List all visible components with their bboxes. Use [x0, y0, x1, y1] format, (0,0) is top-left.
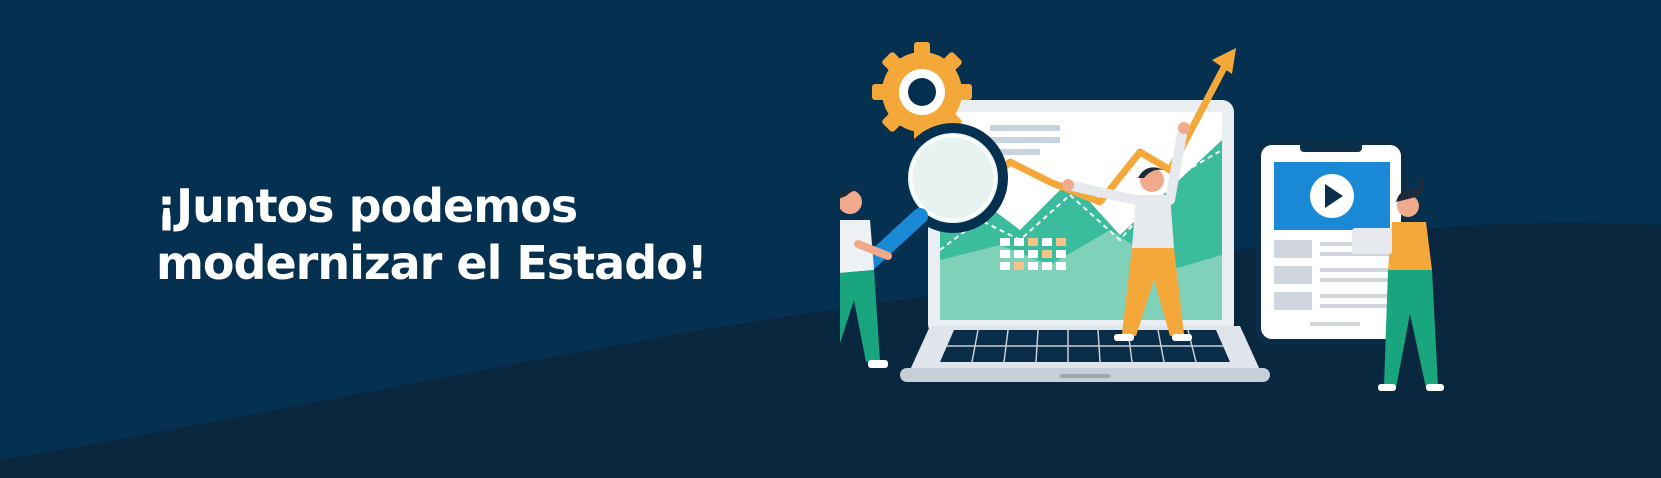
person-analyst — [840, 188, 892, 368]
headline-line-2: modernizar el Estado! — [156, 236, 708, 290]
hero-banner: ¡Juntos podemos modernizar el Estado! — [0, 0, 1661, 478]
hero-illustration — [840, 42, 1444, 391]
headline: ¡Juntos podemos modernizar el Estado! — [156, 178, 708, 292]
headline-line-1: ¡Juntos podemos — [156, 179, 578, 233]
